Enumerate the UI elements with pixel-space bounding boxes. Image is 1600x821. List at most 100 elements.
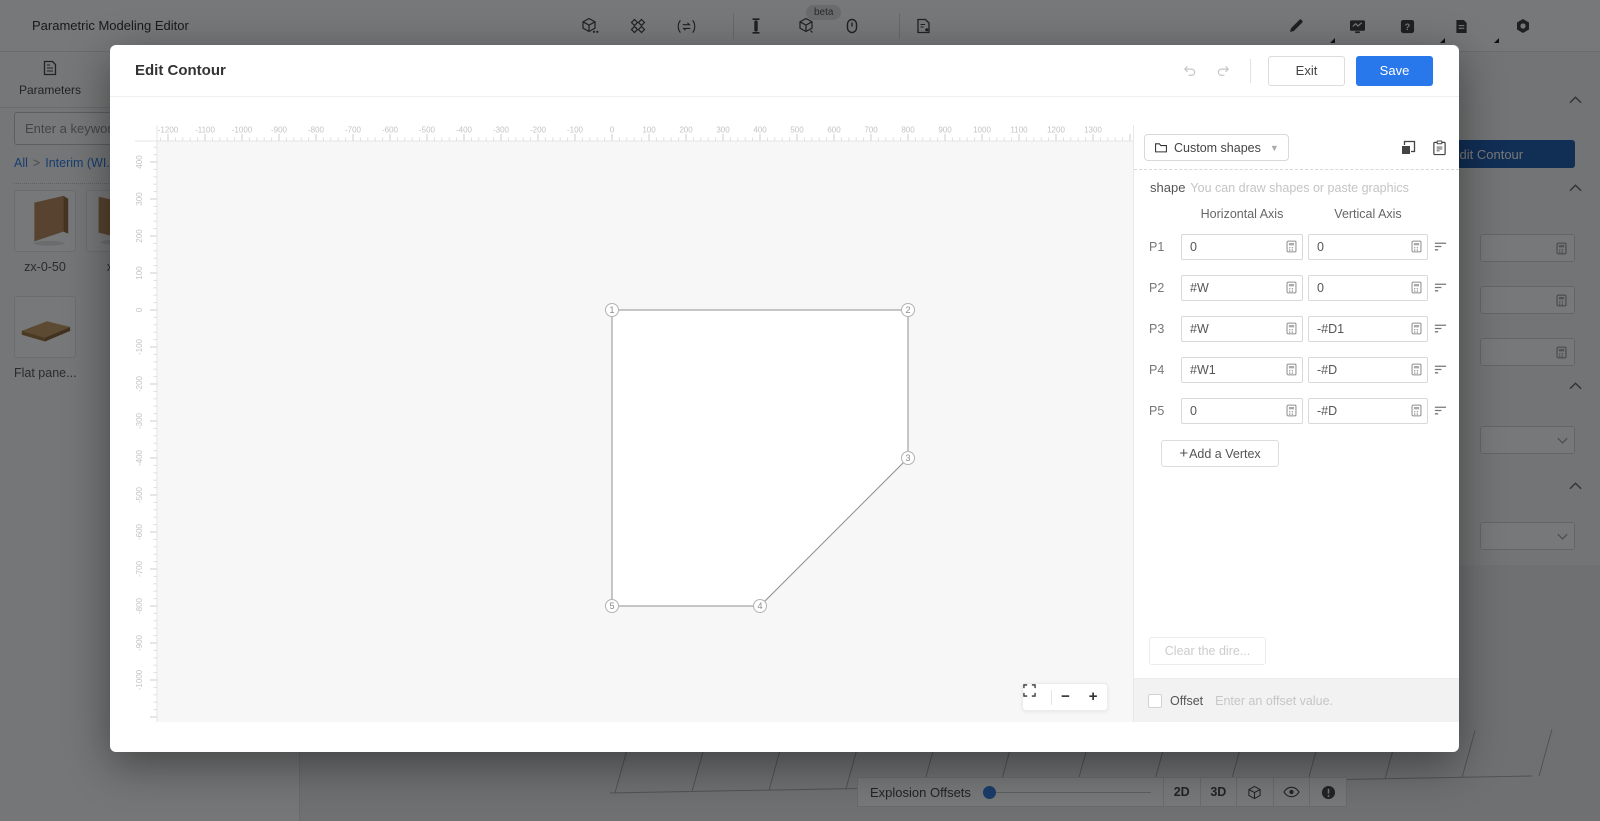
- canvas-zoom-controls: − +: [1022, 683, 1108, 711]
- svg-text:-600: -600: [135, 523, 144, 540]
- svg-text:-600: -600: [382, 126, 399, 135]
- horizontal-field: [1181, 398, 1303, 424]
- vertical-field: [1308, 234, 1428, 260]
- zoom-in-button[interactable]: +: [1079, 684, 1107, 710]
- offset-label: Offset: [1170, 694, 1203, 708]
- svg-text:0: 0: [135, 307, 144, 312]
- svg-text:-200: -200: [135, 375, 144, 392]
- modal-header: Edit Contour Exit Save: [110, 45, 1459, 97]
- svg-text:-100: -100: [567, 126, 584, 135]
- zoom-out-button[interactable]: −: [1052, 684, 1080, 710]
- shape-hint: You can draw shapes or paste graphics: [1190, 181, 1408, 195]
- calculator-icon[interactable]: [1285, 240, 1298, 253]
- edit-contour-modal: Edit Contour Exit Save -1200-1100-1000-9…: [110, 45, 1459, 752]
- vertical-field: [1308, 316, 1428, 342]
- svg-text:-1200: -1200: [158, 126, 179, 135]
- shape-panel: Custom shapes ▼ shape You can draw shapes…: [1133, 125, 1459, 722]
- calculator-icon[interactable]: [1285, 404, 1298, 417]
- exit-button[interactable]: Exit: [1268, 56, 1345, 86]
- screen: Parametric Modeling Editor beta: [0, 0, 1600, 821]
- shape-label: shape: [1150, 180, 1185, 195]
- svg-text:700: 700: [864, 126, 878, 135]
- calculator-icon[interactable]: [1285, 281, 1298, 294]
- header-divider: [1250, 59, 1251, 83]
- vertex-point-label: P2: [1149, 281, 1164, 295]
- modal-title: Edit Contour: [135, 62, 226, 79]
- svg-text:0: 0: [610, 126, 615, 135]
- svg-text:-1000: -1000: [135, 669, 144, 690]
- svg-text:-1000: -1000: [232, 126, 253, 135]
- svg-text:-500: -500: [419, 126, 436, 135]
- svg-text:-200: -200: [530, 126, 547, 135]
- svg-text:-700: -700: [345, 126, 362, 135]
- calculator-icon[interactable]: [1285, 322, 1298, 335]
- svg-text:-400: -400: [135, 449, 144, 466]
- svg-text:200: 200: [135, 229, 144, 243]
- svg-text:500: 500: [790, 126, 804, 135]
- svg-text:1100: 1100: [1010, 126, 1028, 135]
- paste-shape-icon[interactable]: [1432, 140, 1447, 156]
- svg-text:900: 900: [938, 126, 952, 135]
- contour-vertex-handle[interactable]: 2: [902, 304, 915, 317]
- svg-text:4: 4: [757, 601, 762, 611]
- svg-text:-900: -900: [271, 126, 288, 135]
- svg-text:400: 400: [135, 155, 144, 169]
- fit-fullscreen-button[interactable]: [1023, 684, 1051, 710]
- svg-text:-400: -400: [456, 126, 473, 135]
- horizontal-field: [1181, 316, 1303, 342]
- add-vertex-button[interactable]: + Add a Vertex: [1161, 440, 1279, 467]
- plus-icon: +: [1179, 445, 1188, 462]
- calculator-icon[interactable]: [1410, 404, 1423, 417]
- contour-canvas[interactable]: -1200-1100-1000-900-800-700-600-500-400-…: [135, 125, 1133, 722]
- vertical-field: [1308, 357, 1428, 383]
- vertex-row: P1: [1134, 234, 1459, 260]
- custom-shapes-dropdown[interactable]: Custom shapes ▼: [1144, 134, 1289, 161]
- save-button[interactable]: Save: [1356, 56, 1433, 86]
- horizontal-field: [1181, 357, 1303, 383]
- horizontal-field: [1181, 275, 1303, 301]
- dropdown-label: Custom shapes: [1174, 141, 1261, 155]
- vertex-row: P5: [1134, 398, 1459, 424]
- row-options-icon[interactable]: [1433, 280, 1448, 295]
- svg-text:2: 2: [905, 305, 910, 315]
- row-options-icon[interactable]: [1433, 321, 1448, 336]
- calculator-icon[interactable]: [1285, 363, 1298, 376]
- copy-shape-icon[interactable]: [1400, 140, 1416, 156]
- row-options-icon[interactable]: [1433, 403, 1448, 418]
- svg-text:300: 300: [135, 192, 144, 206]
- folder-icon: [1154, 141, 1168, 155]
- panel-dashed-divider: [1134, 169, 1459, 170]
- calculator-icon[interactable]: [1410, 322, 1423, 335]
- calculator-icon[interactable]: [1410, 240, 1423, 253]
- offset-checkbox[interactable]: [1148, 694, 1162, 708]
- svg-text:300: 300: [716, 126, 730, 135]
- contour-vertex-handle[interactable]: 4: [754, 600, 767, 613]
- chevron-down-icon: ▼: [1270, 143, 1279, 153]
- undo-icon[interactable]: [1179, 63, 1199, 78]
- clear-direction-button[interactable]: Clear the dire...: [1149, 637, 1266, 665]
- horizontal-axis-header: Horizontal Axis: [1181, 207, 1303, 221]
- shape-panel-header: Custom shapes ▼: [1134, 125, 1459, 161]
- redo-icon[interactable]: [1213, 63, 1233, 78]
- offset-value-input[interactable]: [1215, 694, 1445, 708]
- svg-text:100: 100: [135, 266, 144, 280]
- calculator-icon[interactable]: [1410, 281, 1423, 294]
- vertical-field: [1308, 275, 1428, 301]
- contour-canvas-svg[interactable]: -1200-1100-1000-900-800-700-600-500-400-…: [135, 125, 1133, 722]
- svg-text:-900: -900: [135, 634, 144, 651]
- svg-text:-800: -800: [308, 126, 325, 135]
- calculator-icon[interactable]: [1410, 363, 1423, 376]
- vertex-row: P3: [1134, 316, 1459, 342]
- row-options-icon[interactable]: [1433, 239, 1448, 254]
- offset-bar: Offset: [1134, 678, 1459, 722]
- contour-vertex-handle[interactable]: 1: [606, 304, 619, 317]
- contour-vertex-handle[interactable]: 5: [606, 600, 619, 613]
- row-options-icon[interactable]: [1433, 362, 1448, 377]
- svg-text:-800: -800: [135, 597, 144, 614]
- svg-text:-300: -300: [135, 412, 144, 429]
- contour-vertex-handle[interactable]: 3: [902, 452, 915, 465]
- svg-text:3: 3: [905, 453, 910, 463]
- vertex-row: P4: [1134, 357, 1459, 383]
- vertex-rows: P1 P2 P3 P4 P5: [1134, 234, 1459, 439]
- svg-text:600: 600: [827, 126, 841, 135]
